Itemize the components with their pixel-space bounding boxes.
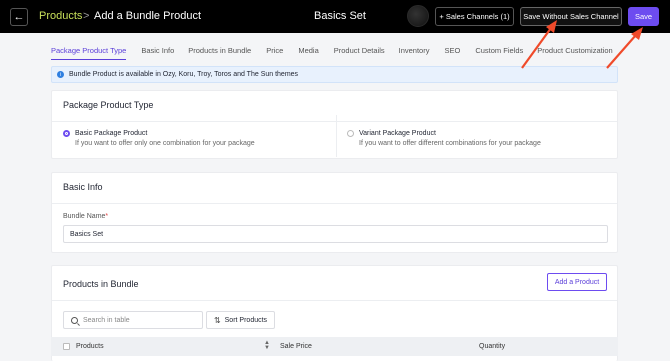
basic-package-description: If you want to offer only one combinatio… <box>75 140 255 147</box>
column-products[interactable]: Products <box>76 343 104 350</box>
tab-inventory[interactable]: Inventory <box>399 46 430 60</box>
back-button[interactable]: ← <box>10 8 28 26</box>
breadcrumb-products-link[interactable]: Products <box>39 10 82 22</box>
search-icon <box>71 316 78 324</box>
card-divider <box>52 300 617 301</box>
column-quantity: Quantity <box>479 343 506 350</box>
column-sale-price: Sale Price <box>280 343 312 350</box>
table-search-input[interactable]: Search in table <box>63 311 203 329</box>
add-product-button[interactable]: Add a Product <box>547 273 607 291</box>
card-divider <box>52 121 617 122</box>
variant-package-title: Variant Package Product <box>359 130 436 137</box>
sort-icon: ⇅ <box>213 315 221 325</box>
themes-info-banner: i Bundle Product is available in Ozy, Ko… <box>51 66 618 83</box>
info-icon: i <box>57 71 64 78</box>
tab-product-customization[interactable]: Product Customization <box>537 46 612 60</box>
avatar[interactable] <box>407 5 429 27</box>
search-placeholder: Search in table <box>83 316 130 324</box>
sort-products-button[interactable]: ⇅ Sort Products <box>206 311 275 329</box>
arrow-left-icon: ← <box>13 11 25 23</box>
section-tabs: Package Product Type Basic Info Products… <box>51 46 613 60</box>
bundle-name-input[interactable]: Basics Set <box>63 225 608 243</box>
variant-package-description: If you want to offer different combinati… <box>359 140 541 147</box>
top-bar: ← Products > Add a Bundle Product Basics… <box>0 0 670 33</box>
products-table-header: Products ▲ ▼ Sale Price Quantity <box>51 337 618 356</box>
column-sort-icon[interactable]: ▲ ▼ <box>264 340 270 351</box>
breadcrumb-separator: > <box>83 10 90 22</box>
tab-custom-fields[interactable]: Custom Fields <box>475 46 523 60</box>
sales-channels-button[interactable]: + Sales Channels (1) <box>435 7 514 26</box>
select-all-checkbox[interactable] <box>63 343 70 350</box>
variant-package-radio[interactable] <box>347 130 354 137</box>
option-separator <box>336 115 337 157</box>
required-marker: * <box>105 213 109 220</box>
product-title: Basics Set <box>314 10 366 22</box>
basic-package-radio[interactable] <box>63 130 70 137</box>
basic-info-card: Basic Info Bundle Name* Basics Set <box>51 172 618 253</box>
bundle-name-label: Bundle Name* <box>63 213 109 220</box>
products-in-bundle-title: Products in Bundle <box>63 279 139 289</box>
breadcrumb-current: Add a Bundle Product <box>94 10 202 22</box>
tab-media[interactable]: Media <box>298 46 318 60</box>
card-divider <box>52 203 617 204</box>
save-button[interactable]: Save <box>628 7 659 26</box>
tab-product-details[interactable]: Product Details <box>334 46 385 60</box>
package-type-title: Package Product Type <box>63 100 154 110</box>
save-without-sales-channel-button[interactable]: Save Without Sales Channel <box>520 7 622 26</box>
tab-products-in-bundle[interactable]: Products in Bundle <box>188 46 251 60</box>
basic-package-title: Basic Package Product <box>75 130 148 137</box>
info-banner-text: Bundle Product is available in Ozy, Koru… <box>69 71 299 78</box>
package-product-type-card: Package Product Type Basic Package Produ… <box>51 90 618 159</box>
tab-package-product-type[interactable]: Package Product Type <box>51 46 127 60</box>
basic-info-title: Basic Info <box>63 182 103 192</box>
tab-seo[interactable]: SEO <box>444 46 460 60</box>
tab-basic-info[interactable]: Basic Info <box>141 46 174 60</box>
sort-products-label: Sort Products <box>224 316 268 324</box>
tab-price[interactable]: Price <box>266 46 283 60</box>
